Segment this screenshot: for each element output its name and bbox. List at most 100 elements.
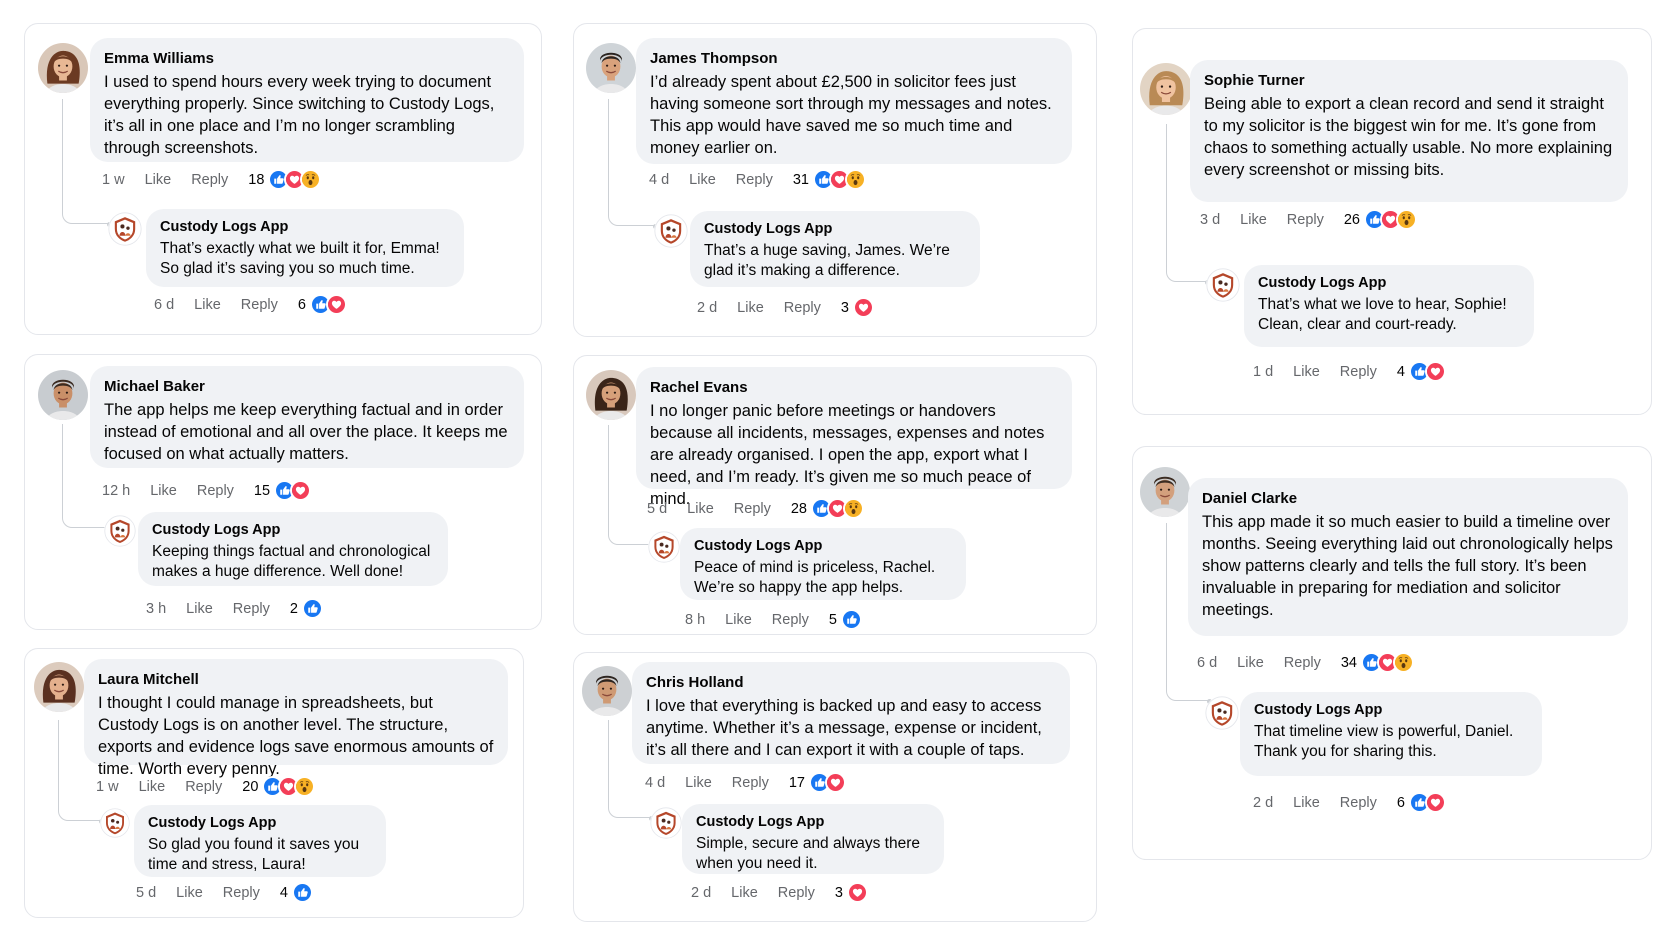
reaction-icons[interactable] xyxy=(301,598,323,619)
like-button[interactable]: Like xyxy=(685,775,712,791)
reply-author-name[interactable]: Custody Logs App xyxy=(152,522,434,538)
reaction-count[interactable]: 4 xyxy=(1397,364,1405,380)
avatar[interactable] xyxy=(586,370,636,420)
reply-button[interactable]: Reply xyxy=(185,779,222,795)
like-button[interactable]: Like xyxy=(731,885,758,901)
reply-button[interactable]: Reply xyxy=(233,601,270,617)
reaction-count[interactable]: 6 xyxy=(298,297,306,313)
avatar[interactable] xyxy=(582,666,632,716)
comment-author-name[interactable]: James Thompson xyxy=(650,50,1058,67)
reply-author-name[interactable]: Custody Logs App xyxy=(148,815,372,831)
comment-author-name[interactable]: Emma Williams xyxy=(104,50,510,67)
like-button[interactable]: Like xyxy=(139,779,166,795)
reaction-icons[interactable] xyxy=(809,772,846,793)
like-button[interactable]: Like xyxy=(725,612,752,628)
reaction-icons[interactable] xyxy=(852,297,874,318)
reply-meta-bar: 2 d Like Reply 6 xyxy=(1253,792,1446,813)
avatar[interactable] xyxy=(1140,63,1192,115)
reaction-count[interactable]: 5 xyxy=(829,612,837,628)
custody-logs-logo-icon[interactable] xyxy=(1205,696,1239,730)
reaction-icons[interactable] xyxy=(840,609,862,630)
reaction-count[interactable]: 20 xyxy=(242,779,258,795)
reply-button[interactable]: Reply xyxy=(772,612,809,628)
custody-logs-logo-icon[interactable] xyxy=(654,214,688,248)
like-button[interactable]: Like xyxy=(150,483,177,499)
reply-button[interactable]: Reply xyxy=(784,300,821,316)
like-button[interactable]: Like xyxy=(1240,212,1267,228)
comment-author-name[interactable]: Laura Mitchell xyxy=(98,671,494,688)
like-button[interactable]: Like xyxy=(176,885,203,901)
reaction-icons[interactable] xyxy=(262,776,316,797)
reply-author-name[interactable]: Custody Logs App xyxy=(704,221,966,237)
reaction-count[interactable]: 31 xyxy=(793,172,809,188)
avatar[interactable] xyxy=(1140,467,1190,517)
reaction-icons[interactable] xyxy=(846,882,868,903)
reaction-icons[interactable] xyxy=(1364,209,1417,230)
custody-logs-logo-icon[interactable] xyxy=(1206,268,1240,302)
reply-author-name[interactable]: Custody Logs App xyxy=(696,814,930,830)
like-button[interactable]: Like xyxy=(689,172,716,188)
reaction-icons[interactable] xyxy=(274,480,312,501)
like-button[interactable]: Like xyxy=(194,297,221,313)
like-button[interactable]: Like xyxy=(145,172,172,188)
like-button[interactable]: Like xyxy=(737,300,764,316)
reaction-count[interactable]: 15 xyxy=(254,483,270,499)
comment-author-name[interactable]: Rachel Evans xyxy=(650,379,1058,396)
avatar[interactable] xyxy=(34,662,84,712)
custody-logs-logo-icon[interactable] xyxy=(104,515,136,547)
reaction-count[interactable]: 28 xyxy=(791,501,807,517)
reply-button[interactable]: Reply xyxy=(1287,212,1324,228)
reaction-count[interactable]: 26 xyxy=(1344,212,1360,228)
custody-logs-logo-icon[interactable] xyxy=(108,212,142,246)
reply-button[interactable]: Reply xyxy=(778,885,815,901)
reply-author-name[interactable]: Custody Logs App xyxy=(1254,702,1528,718)
like-button[interactable]: Like xyxy=(1293,795,1320,811)
comment-text: I no longer panic before meetings or han… xyxy=(650,402,1045,508)
reply-button[interactable]: Reply xyxy=(1284,655,1321,671)
reply-button[interactable]: Reply xyxy=(736,172,773,188)
reaction-icons[interactable] xyxy=(268,169,322,190)
reply-author-name[interactable]: Custody Logs App xyxy=(694,538,952,554)
reaction-icons[interactable] xyxy=(1408,361,1446,382)
reaction-count[interactable]: 34 xyxy=(1341,655,1357,671)
comment-author-name[interactable]: Michael Baker xyxy=(104,378,510,395)
comment-author-name[interactable]: Sophie Turner xyxy=(1204,72,1614,89)
reply-button[interactable]: Reply xyxy=(732,775,769,791)
reaction-count[interactable]: 4 xyxy=(280,885,288,901)
reply-button[interactable]: Reply xyxy=(1340,364,1377,380)
reaction-icons[interactable] xyxy=(1361,652,1414,673)
reaction-count[interactable]: 3 xyxy=(835,885,843,901)
custody-logs-logo-icon[interactable] xyxy=(100,808,130,838)
comment-author-name[interactable]: Daniel Clarke xyxy=(1202,490,1614,507)
custody-logs-logo-icon[interactable] xyxy=(648,531,680,563)
reaction-count[interactable]: 2 xyxy=(290,601,298,617)
like-button[interactable]: Like xyxy=(1293,364,1320,380)
reply-author-name[interactable]: Custody Logs App xyxy=(1258,275,1520,291)
reply-button[interactable]: Reply xyxy=(197,483,234,499)
reaction-count[interactable]: 6 xyxy=(1397,795,1405,811)
reaction-icons[interactable] xyxy=(309,294,347,315)
reaction-count[interactable]: 3 xyxy=(841,300,849,316)
like-button[interactable]: Like xyxy=(687,501,714,517)
reaction-count[interactable]: 18 xyxy=(248,172,264,188)
comment-bubble: Sophie Turner Being able to export a clea… xyxy=(1190,60,1628,202)
reply-button[interactable]: Reply xyxy=(241,297,278,313)
comment-author-name[interactable]: Chris Holland xyxy=(646,674,1056,691)
avatar[interactable] xyxy=(38,370,88,420)
reply-author-name[interactable]: Custody Logs App xyxy=(160,219,450,235)
reply-button[interactable]: Reply xyxy=(1340,795,1377,811)
like-button[interactable]: Like xyxy=(186,601,213,617)
like-button[interactable]: Like xyxy=(1237,655,1264,671)
reaction-icons[interactable] xyxy=(1408,792,1446,813)
avatar[interactable] xyxy=(586,43,636,93)
custody-logs-logo-icon[interactable] xyxy=(650,807,682,839)
reaction-icons[interactable] xyxy=(291,882,313,903)
reaction-count[interactable]: 17 xyxy=(789,775,805,791)
comment-bubble: Daniel Clarke This app made it so much ea… xyxy=(1188,478,1628,636)
reply-button[interactable]: Reply xyxy=(223,885,260,901)
avatar[interactable] xyxy=(38,43,88,93)
reply-button[interactable]: Reply xyxy=(191,172,228,188)
reply-button[interactable]: Reply xyxy=(734,501,771,517)
reaction-icons[interactable] xyxy=(813,169,866,190)
reaction-icons[interactable] xyxy=(811,498,864,519)
